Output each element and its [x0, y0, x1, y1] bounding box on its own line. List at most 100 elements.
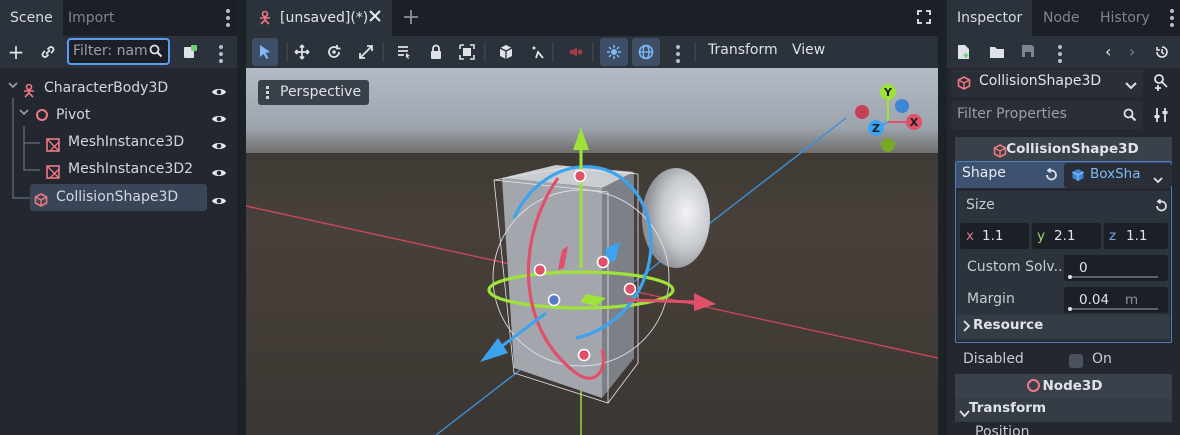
box-shape-icon [1071, 168, 1085, 186]
tab-scene[interactable]: Scene [0, 0, 63, 36]
property-tools-icon[interactable] [1153, 107, 1169, 127]
filter-properties-input[interactable]: Filter Properties [951, 101, 1143, 129]
margin-label: Margin [967, 291, 1015, 307]
link-icon[interactable] [38, 42, 58, 62]
tab-inspector[interactable]: Inspector [947, 0, 1033, 36]
separator [592, 42, 594, 62]
scene-root-icon [258, 10, 272, 29]
tab-import[interactable]: Import [58, 0, 124, 36]
object-cube-icon[interactable] [498, 44, 514, 64]
open-folder-icon[interactable] [989, 44, 1005, 64]
inspector-options-icon[interactable] [1058, 45, 1062, 66]
add-node-icon[interactable]: + [6, 40, 26, 64]
separator [382, 42, 384, 62]
viewport-3d[interactable]: Perspective Y X Z [246, 68, 938, 435]
menu-transform[interactable]: Transform [708, 42, 778, 58]
scene-tabbar: Scene Import [0, 0, 237, 36]
disabled-checkbox[interactable] [1069, 354, 1083, 368]
lock-icon[interactable] [429, 44, 443, 64]
revert-icon[interactable] [1154, 198, 1168, 217]
scene-options-icon[interactable] [219, 45, 223, 66]
tab-history[interactable]: History [1090, 0, 1160, 36]
tree-item-label: Pivot [56, 107, 91, 123]
viewport-tabbar: [unsaved](*) [246, 0, 938, 36]
chevron-down-icon [1125, 78, 1137, 94]
globe-icon [638, 44, 654, 64]
group-icon[interactable] [459, 44, 475, 64]
custom-solver-slider-grabber[interactable] [1068, 275, 1072, 279]
margin-slider-grabber[interactable] [1068, 307, 1072, 311]
gizmo-x-label: X [910, 116, 919, 129]
preview-options-icon[interactable] [676, 45, 680, 66]
custom-solver-field[interactable]: 0 [1064, 255, 1168, 281]
size-x-field[interactable]: x 1.1 [960, 223, 1029, 249]
collision-shape-icon [34, 190, 48, 216]
recent-history-icon[interactable] [1154, 44, 1170, 64]
scene-render [246, 68, 938, 435]
move-icon[interactable] [294, 44, 310, 64]
tree-item-meshinstance3d[interactable]: MeshInstance3D [46, 129, 237, 155]
inspector-tab-menu-icon[interactable] [1170, 9, 1174, 30]
orientation-gizmo[interactable]: Y X Z [850, 82, 930, 158]
viewport-panel: [unsaved](*) Transform View Perspective … [246, 0, 938, 435]
menu-view[interactable]: View [792, 42, 825, 58]
separator [552, 42, 554, 62]
position-label: Position [975, 424, 1030, 435]
tree-item-characterbody3d[interactable]: CharacterBody3D [22, 75, 237, 101]
tree-item-label: CharacterBody3D [44, 80, 169, 96]
save-icon[interactable] [1021, 44, 1035, 62]
revert-icon[interactable] [1044, 167, 1058, 186]
node3d-icon [36, 109, 48, 121]
margin-field[interactable]: 0.04 m [1064, 287, 1168, 313]
collision-shape-icon [957, 76, 971, 94]
selected-node-label: CollisionShape3D [979, 73, 1102, 89]
shape-resource-picker[interactable]: BoxSha [1064, 163, 1172, 188]
disabled-label: Disabled [963, 351, 1024, 367]
transform-subsection[interactable]: Transform [955, 398, 1172, 422]
size-label: Size [966, 197, 995, 213]
scene-panel: Scene Import + Filter: nam CharacterBody… [0, 0, 237, 435]
filter-properties-placeholder: Filter Properties [957, 106, 1067, 122]
scale-icon[interactable] [358, 44, 374, 64]
chevron-down-icon [1153, 172, 1163, 188]
resource-subsection[interactable]: Resource [957, 315, 1170, 339]
list-select-icon[interactable] [396, 44, 412, 64]
scene-filter-input[interactable]: Filter: nam [67, 38, 170, 65]
scene-tab-menu-icon[interactable] [226, 9, 230, 30]
resource-label: Resource [973, 317, 1044, 333]
custom-solver-slider-track [1068, 276, 1158, 278]
tab-node[interactable]: Node [1033, 0, 1090, 36]
size-x-value: 1.1 [982, 228, 1004, 244]
new-scene-tab-icon[interactable] [402, 8, 420, 30]
scene-tab-label: [unsaved](*) [280, 10, 369, 26]
section-title: CollisionShape3D [1006, 141, 1139, 157]
size-y-axis-label: y [1037, 228, 1045, 244]
fullscreen-icon[interactable] [917, 10, 931, 28]
sun-icon [606, 44, 622, 64]
tree-item-meshinstance3d2[interactable]: MeshInstance3D2 [46, 156, 237, 182]
chevron-right-icon [963, 320, 971, 336]
visibility-eye-icon[interactable] [211, 190, 227, 216]
rotate-icon[interactable] [326, 44, 342, 64]
scene-filter-placeholder: Filter: nam [73, 43, 148, 59]
new-resource-icon[interactable] [957, 44, 971, 64]
size-z-value: 1.1 [1126, 228, 1148, 244]
transform-label: Transform [969, 400, 1047, 416]
margin-slider-track [1068, 308, 1158, 310]
instance-scene-icon[interactable] [180, 42, 200, 62]
size-y-field[interactable]: y 2.1 [1032, 223, 1101, 249]
node-docs-icon[interactable] [1153, 73, 1169, 95]
tree-item-pivot[interactable]: Pivot [34, 102, 237, 128]
size-y-value: 2.1 [1054, 228, 1076, 244]
history-forward-icon[interactable]: › [1129, 42, 1135, 61]
history-back-icon[interactable]: ‹ [1105, 42, 1111, 61]
cursor-arrow-icon [258, 44, 272, 64]
snap-icon[interactable] [530, 44, 546, 64]
selected-node-dropdown[interactable]: CollisionShape3D [951, 69, 1143, 97]
gizmo-z-label: Z [872, 122, 880, 135]
sound-icon[interactable] [568, 44, 584, 64]
size-z-field[interactable]: z 1.1 [1104, 223, 1168, 249]
close-tab-icon[interactable] [368, 9, 382, 27]
perspective-menu-button[interactable]: Perspective [258, 80, 370, 105]
tree-item-collisionshape3d[interactable]: CollisionShape3D [34, 184, 237, 210]
